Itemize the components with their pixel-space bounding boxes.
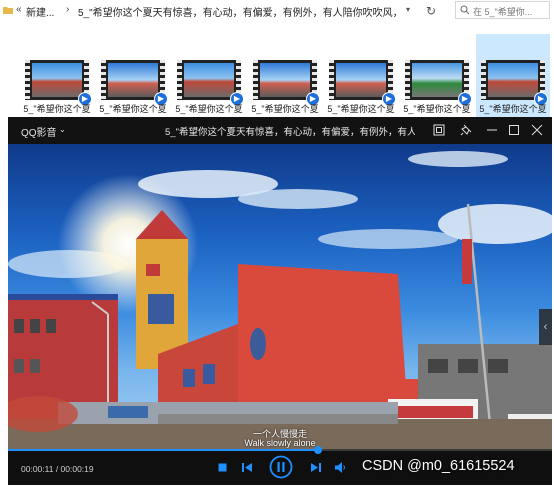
explorer-address-bar: « 新建... › 5_"希望你这个夏天有惊喜，有心动，有偏爱，有例外，有人陪你… xyxy=(0,0,554,23)
address-history-chevron-down-icon[interactable]: ▾ xyxy=(406,5,410,14)
file-name: 5_"希望你这个夏 xyxy=(251,104,319,114)
file-item[interactable]: ▶ 5_"希望你这个夏 xyxy=(96,34,170,118)
breadcrumb-segment-parent[interactable]: 新建... xyxy=(26,4,54,19)
screenshot-icon[interactable] xyxy=(433,124,445,136)
file-item[interactable]: ▶ 5_"希望你这个夏 xyxy=(400,34,474,118)
video-scene xyxy=(8,151,552,449)
folder-icon xyxy=(3,7,13,14)
breadcrumb-segment-current[interactable]: 5_"希望你这个夏天有惊喜，有心动，有偏爱，有例外，有人陪你吹吹风，看篮天白..… xyxy=(78,4,396,19)
file-name: 5_"希望你这个夏 xyxy=(99,104,167,114)
side-panel-arrow-icon[interactable]: ‹ xyxy=(539,309,552,345)
pause-icon[interactable] xyxy=(269,455,293,479)
pin-icon[interactable] xyxy=(460,124,472,136)
progress-handle[interactable] xyxy=(314,446,322,454)
file-name: 5_"希望你这个夏 xyxy=(175,104,243,114)
progress-bar[interactable] xyxy=(8,446,552,454)
refresh-icon: ↻ xyxy=(425,4,437,18)
file-item[interactable]: ▶ 5_"希望你这个夏 xyxy=(172,34,246,118)
qq-player-window: QQ影音 ⌄ 5_"希望你这个夏天有惊喜，有心动，有偏爱，有例外，有人陪... xyxy=(8,117,552,485)
minimize-icon[interactable] xyxy=(486,124,498,136)
file-item[interactable]: ▶ 5_"希望你这个夏 xyxy=(324,34,398,118)
file-item[interactable]: ▶ 5_"希望你这个夏 xyxy=(248,34,322,118)
file-item[interactable]: ▶ 5_"希望你这个夏 xyxy=(20,34,94,118)
chevron-down-icon[interactable]: ⌄ xyxy=(59,125,66,134)
previous-icon[interactable] xyxy=(242,463,252,472)
player-title-bar[interactable]: QQ影音 ⌄ 5_"希望你这个夏天有惊喜，有心动，有偏爱，有例外，有人陪... xyxy=(8,117,552,144)
search-placeholder: 在 5_"希望你... xyxy=(473,7,533,17)
close-icon[interactable] xyxy=(531,124,543,136)
file-thumbnail-list: ▶ 5_"希望你这个夏 ▶ 5_"希望你这个夏 ▶ 5_"希望你这个夏 ▶ 5_… xyxy=(0,22,554,118)
search-icon xyxy=(460,5,470,15)
file-name: 5_"希望你这个夏 xyxy=(23,104,91,114)
breadcrumb-overflow-chevron[interactable]: « xyxy=(16,4,22,15)
file-name: 5_"希望你这个夏 xyxy=(327,104,395,114)
csdn-watermark: CSDN @m0_61615524 xyxy=(362,458,515,474)
time-display: 00:00:11 / 00:00:19 xyxy=(21,464,94,474)
breadcrumb-separator-icon: › xyxy=(66,4,70,15)
stop-icon[interactable] xyxy=(218,463,227,472)
next-icon[interactable] xyxy=(311,463,321,472)
file-name: 5_"希望你这个夏 xyxy=(479,104,547,114)
volume-icon[interactable] xyxy=(335,462,346,473)
video-frame[interactable]: 一个人慢慢走 Walk slowly alone ‹ xyxy=(8,144,552,449)
file-name: 5_"希望你这个夏 xyxy=(403,104,471,114)
progress-fill xyxy=(8,449,318,451)
subtitle-english: Walk slowly alone xyxy=(244,438,316,448)
search-input[interactable]: 在 5_"希望你... xyxy=(455,1,550,19)
refresh-button[interactable]: ↻ xyxy=(420,2,442,20)
file-item-selected[interactable]: ▶ 5_"希望你这个夏 xyxy=(476,34,550,118)
video-title: 5_"希望你这个夏天有惊喜，有心动，有偏爱，有例外，有人陪... xyxy=(165,127,415,138)
app-menu-button[interactable]: QQ影音 xyxy=(21,124,57,139)
maximize-icon[interactable] xyxy=(508,124,520,136)
